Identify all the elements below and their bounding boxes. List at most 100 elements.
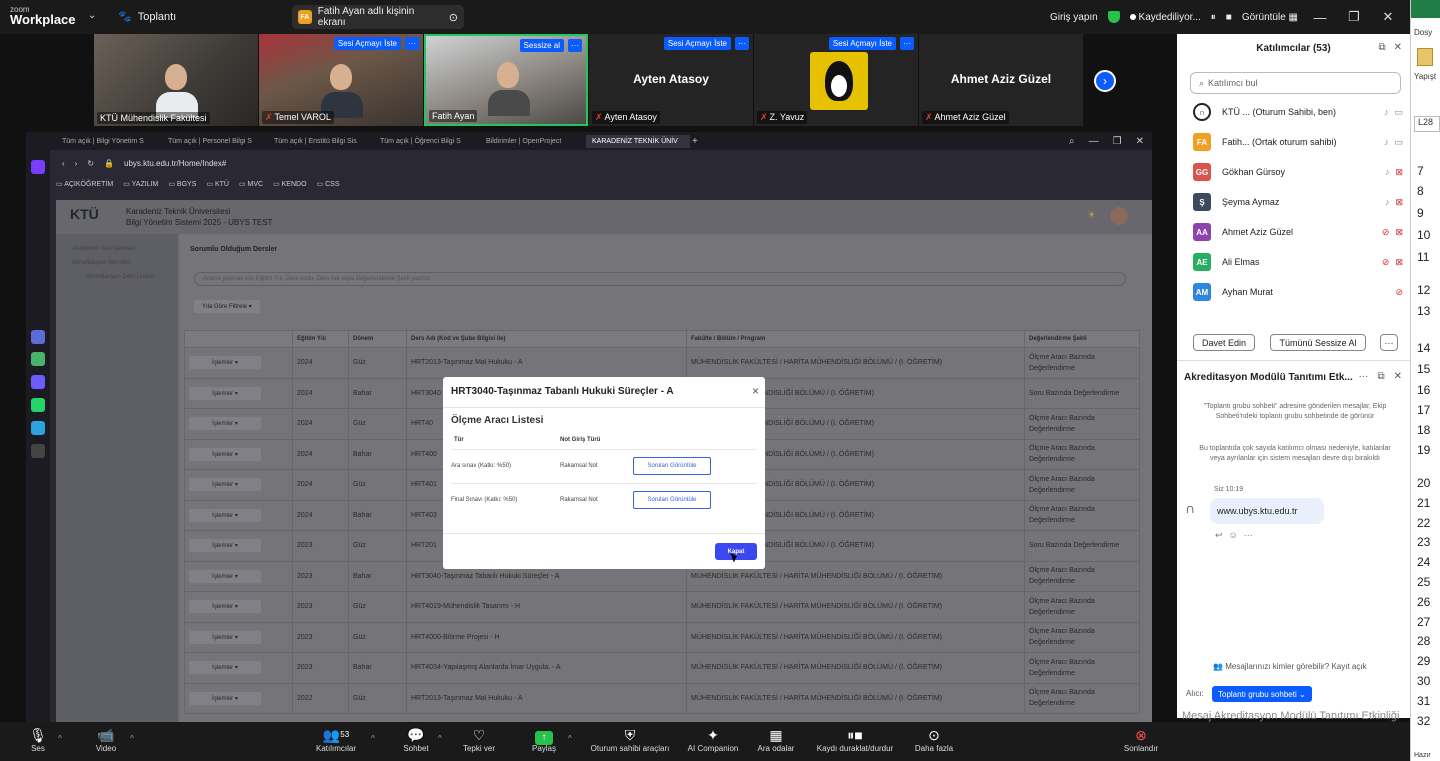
chevron-up-icon[interactable]: ^ (371, 734, 375, 743)
mic-off-icon[interactable]: ⊘ (1382, 227, 1390, 238)
chevron-up-icon[interactable]: ^ (438, 734, 442, 743)
minimize-icon[interactable]: — (1089, 136, 1099, 147)
participant-row[interactable]: AE Ali Elmas ⊘ ⊠ (1193, 247, 1403, 277)
row-number[interactable]: 21 (1417, 496, 1430, 510)
video-off-icon[interactable]: ⊠ (1395, 167, 1403, 178)
messenger-icon[interactable] (31, 375, 45, 389)
minimize-icon[interactable]: — (1308, 10, 1332, 25)
row-number[interactable]: 29 (1417, 654, 1430, 668)
tile-more-button[interactable]: ··· (900, 37, 914, 50)
microphone-icon[interactable]: ♪ (1384, 107, 1389, 118)
actions-dropdown[interactable]: İşlemler ▾ (189, 386, 261, 400)
sidebar-item[interactable]: Akademik Geri İşlemleri (72, 246, 135, 252)
view-button[interactable]: Görüntüle ▦ (1242, 12, 1298, 23)
video-tile-active[interactable]: Sessize al ··· Fatih Ayan (424, 34, 588, 126)
row-number[interactable]: 24 (1417, 555, 1430, 569)
row-number[interactable]: 28 (1417, 634, 1430, 648)
actions-dropdown[interactable]: İşlemler ▾ (189, 539, 261, 553)
back-icon[interactable]: ‹ (62, 159, 65, 168)
row-number[interactable]: 15 (1417, 362, 1430, 376)
chevron-down-icon[interactable]: ⌄ (88, 10, 96, 21)
whatsapp-icon[interactable] (31, 398, 45, 412)
row-number[interactable]: 10 (1417, 228, 1430, 242)
bookmark-item[interactable]: ▭ KTÜ (206, 180, 229, 188)
mute-all-button[interactable]: Tümünü Sessize Al (1270, 334, 1366, 351)
row-number[interactable]: 12 (1417, 283, 1430, 297)
search-icon[interactable]: ⌕ (1069, 136, 1075, 147)
participant-row[interactable]: AA Ahmet Aziz Güzel ⊘ ⊠ (1193, 217, 1403, 247)
meeting-info-button[interactable]: 🐾 Toplantı (118, 10, 176, 24)
host-tools-button[interactable]: ⛨ Oturum sahibi araçları (584, 726, 676, 753)
browser-tab-active[interactable]: KARADENİZ TEKNİK ÜNİV (586, 134, 690, 148)
close-icon[interactable]: ✕ (1136, 136, 1144, 147)
actions-dropdown[interactable]: İşlemler ▾ (189, 508, 261, 522)
ask-unmute-button[interactable]: Sesi Açmayı İste (828, 37, 896, 50)
mic-off-icon[interactable]: ⊘ (1395, 287, 1403, 298)
reply-icon[interactable]: ↩ (1215, 530, 1223, 541)
bookmark-item[interactable]: ▭ BGYS (168, 180, 196, 188)
sidebar-item[interactable]: Akreditasyon Ders Listesi (86, 274, 154, 280)
chat-message[interactable]: www.ubys.ktu.edu.tr (1210, 498, 1324, 524)
actions-dropdown[interactable]: İşlemler ▾ (189, 478, 261, 492)
row-number[interactable]: 8 (1417, 184, 1424, 198)
row-number[interactable]: 27 (1417, 615, 1430, 629)
avatar[interactable] (1110, 207, 1128, 225)
browser-tab[interactable]: Tüm açık | Öğrenci Bilgi S (374, 135, 478, 148)
row-number[interactable]: 13 (1417, 304, 1430, 318)
reload-icon[interactable]: ↻ (87, 159, 94, 168)
tile-more-button[interactable]: ··· (405, 37, 419, 50)
actions-dropdown[interactable]: İşlemler ▾ (189, 661, 261, 675)
close-icon[interactable]: ✕ (1376, 9, 1400, 25)
row-number[interactable]: 20 (1417, 476, 1430, 490)
ask-unmute-button[interactable]: Sesi Açmayı İste (663, 37, 731, 50)
more-icon[interactable]: ··· (1244, 530, 1253, 541)
bookmark-item[interactable]: ▭ YAZILIM (123, 180, 158, 188)
aria-icon[interactable] (31, 330, 45, 344)
video-camera-icon[interactable]: ▭ (1394, 107, 1403, 118)
row-number[interactable]: 23 (1417, 535, 1430, 549)
name-box[interactable]: L28 (1414, 116, 1440, 132)
close-icon[interactable]: ✕ (1394, 371, 1402, 382)
actions-dropdown[interactable]: İşlemler ▾ (189, 356, 261, 370)
restore-icon[interactable]: ❐ (1113, 136, 1122, 147)
participant-row[interactable]: GG Gökhan Gürsoy ♪ ⊠ (1193, 157, 1403, 187)
year-filter-button[interactable]: Yıla Göre Filtrele ▾ (194, 300, 260, 313)
participant-row[interactable]: AM Ayhan Murat ⊘ (1193, 277, 1403, 307)
bookmark-item[interactable]: ▭ KENDO (273, 180, 306, 188)
close-icon[interactable]: × (752, 384, 759, 398)
row-number[interactable]: 9 (1417, 206, 1424, 220)
ask-unmute-button[interactable]: Sesi Açmayı İste (333, 37, 401, 50)
popout-icon[interactable]: ⧉ (1378, 42, 1385, 53)
video-tile[interactable]: Sesi Açmayı İste ··· ✗ Z. Yavuz (754, 34, 918, 126)
x-icon[interactable] (31, 444, 45, 458)
who-can-see-link[interactable]: 👥 Mesajlarınızı kimler görebilir? Kayıt … (1213, 662, 1367, 671)
ai-companion-button[interactable]: ✦ AI Companion (682, 726, 744, 753)
participant-row[interactable]: Ş Şeyma Aymaz ♪ ⊠ (1193, 187, 1403, 217)
browser-tab[interactable]: Bildirimler | OpenProject (480, 135, 584, 148)
actions-dropdown[interactable]: İşlemler ▾ (189, 417, 261, 431)
actions-dropdown[interactable]: İşlemler ▾ (189, 447, 261, 461)
row-number[interactable]: 30 (1417, 674, 1430, 688)
pause-icon[interactable]: ⏸ (1211, 12, 1216, 23)
sidebar-item[interactable]: Akreditasyon İşlemleri (72, 260, 131, 266)
bookmark-item[interactable]: ▭ AÇIKÖĞRETİM (56, 180, 113, 188)
forward-icon[interactable]: › (75, 159, 78, 168)
message-input[interactable]: Mesaj Akreditasyon Modülü Tanıtımı Etkin… (1182, 710, 1399, 722)
row-number[interactable]: 14 (1417, 341, 1430, 355)
more-icon[interactable]: ··· (1358, 371, 1368, 382)
row-number[interactable]: 17 (1417, 403, 1430, 417)
participant-row[interactable]: FA Fatih... (Ortak oturum sahibi) ♪ ▭ (1193, 127, 1403, 157)
audio-button[interactable]: 🎙 Ses (24, 726, 52, 753)
row-number[interactable]: 22 (1417, 516, 1430, 530)
video-off-icon[interactable]: ⊠ (1395, 257, 1403, 268)
address-bar[interactable]: ubys.ktu.edu.tr/Home/Index# (124, 159, 226, 168)
more-icon[interactable]: ⊙ (449, 11, 458, 24)
browser-tab[interactable]: Tüm açık | Bilgi Yönetim S (56, 135, 160, 148)
actions-dropdown[interactable]: İşlemler ▾ (189, 600, 261, 614)
restore-icon[interactable]: ❐ (1342, 9, 1366, 25)
more-button[interactable]: ⊙ Daha fazla (910, 726, 958, 753)
chat-button[interactable]: 💬 Sohbet (398, 726, 434, 753)
shield-icon[interactable] (1107, 11, 1120, 23)
bookmark-item[interactable]: ▭ MVC (239, 180, 263, 188)
row-number[interactable]: 18 (1417, 423, 1430, 437)
